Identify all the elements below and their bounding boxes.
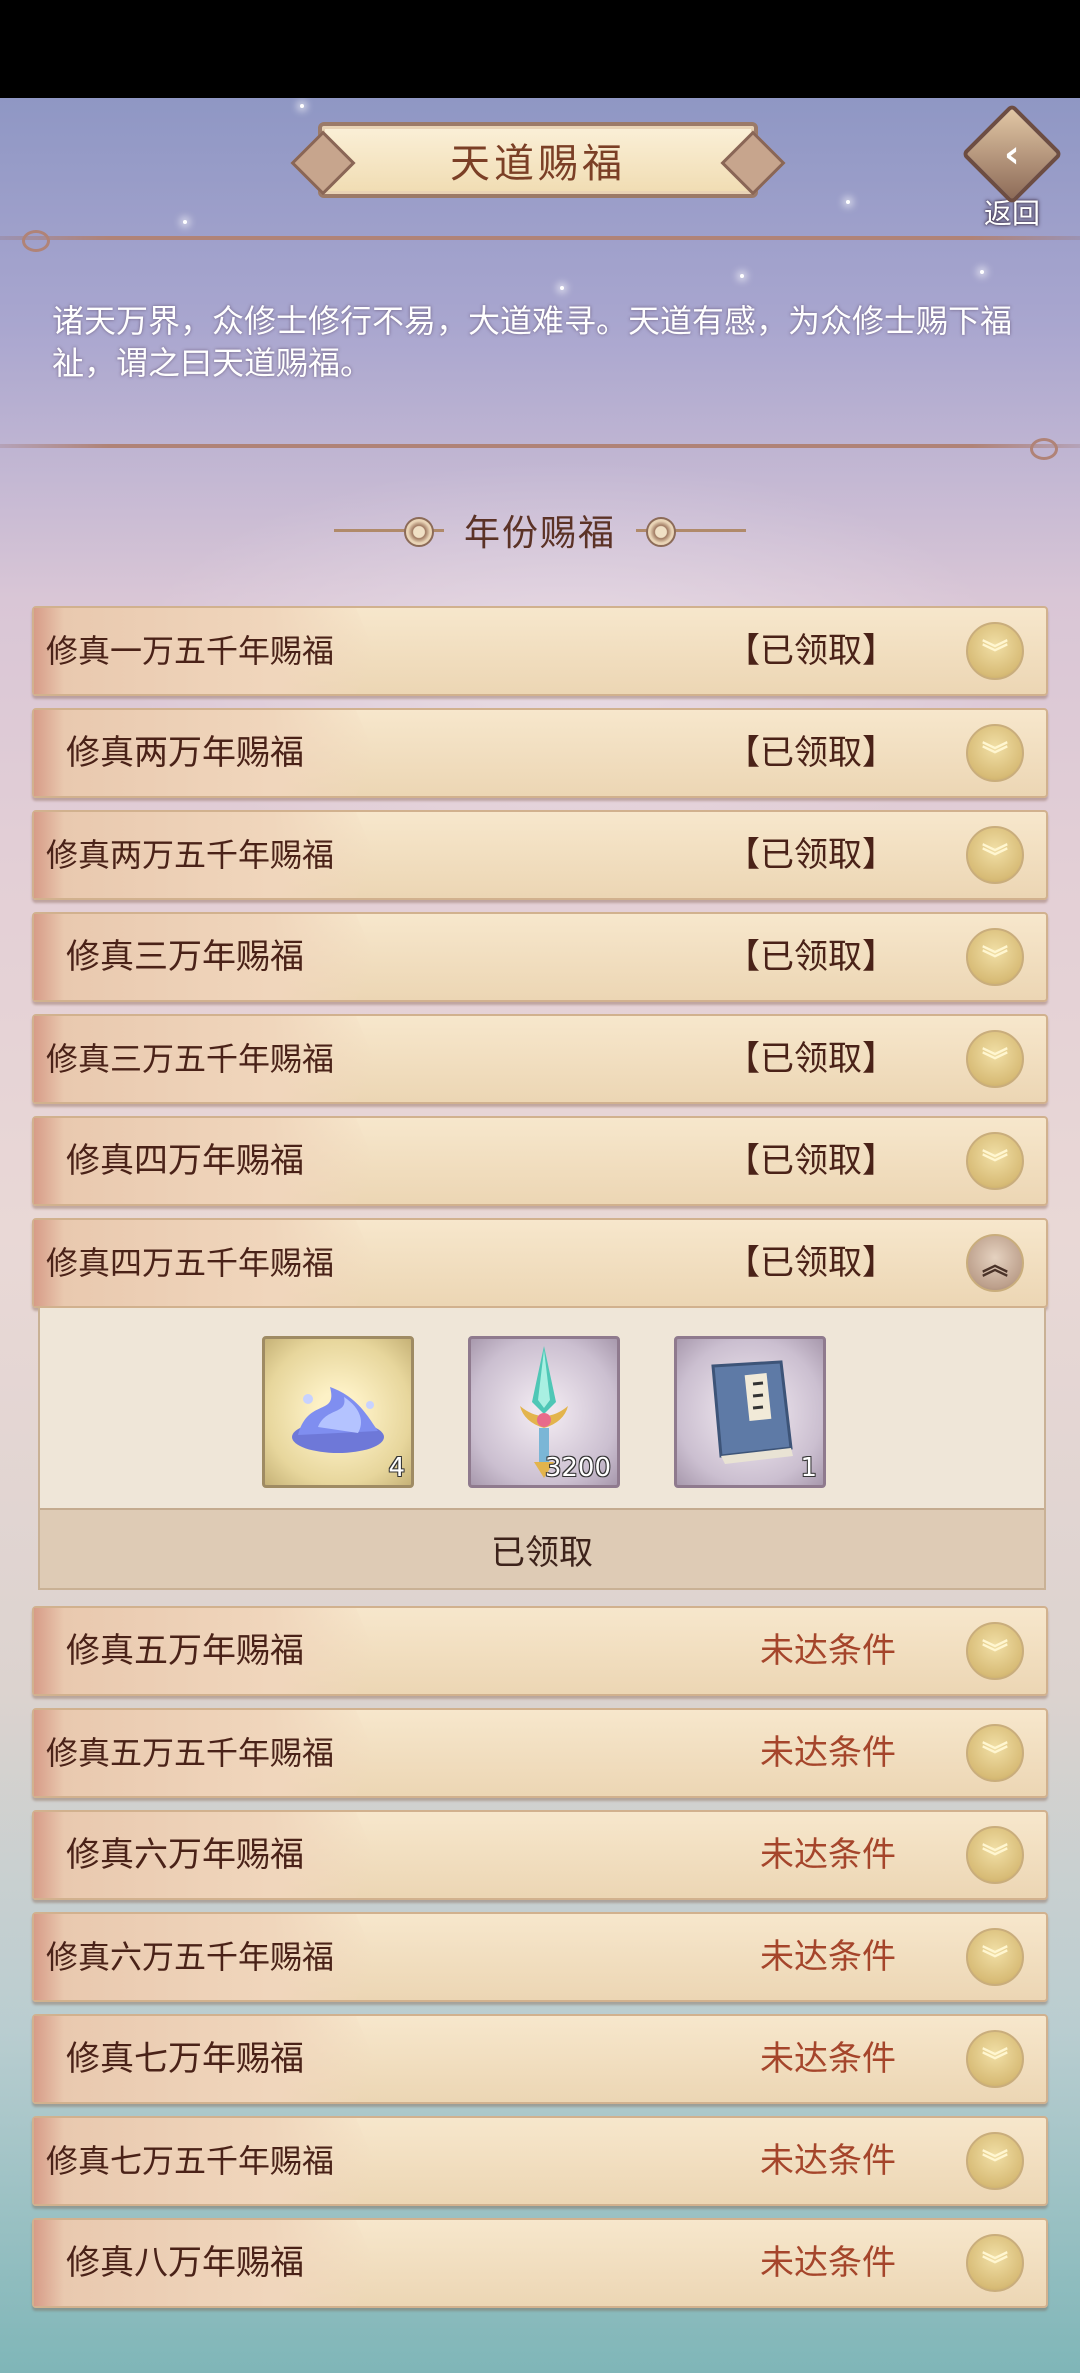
row-status: 未达条件 — [760, 2141, 896, 2181]
book-icon — [711, 1360, 793, 1464]
chevron-down-icon[interactable]: ︾ — [966, 1724, 1024, 1782]
row-status: 【已领取】 — [726, 937, 896, 977]
reward-count: 1 — [800, 1453, 817, 1483]
row-status: 未达条件 — [760, 1631, 896, 1671]
list-item[interactable]: 修真六万年赐福 未达条件 ︾ — [32, 1810, 1048, 1900]
row-status: 【已领取】 — [726, 1243, 896, 1283]
row-label: 修真四万年赐福 — [66, 1141, 304, 1181]
reward-count: 3200 — [544, 1453, 611, 1483]
row-label: 修真七万年赐福 — [66, 2039, 304, 2079]
row-label: 修真五万五千年赐福 — [46, 1734, 335, 1772]
list-item[interactable]: 修真四万年赐福 【已领取】 ︾ — [32, 1116, 1048, 1206]
list-item[interactable]: 修真七万五千年赐福 未达条件 ︾ — [32, 2116, 1048, 2206]
divider — [0, 438, 1080, 460]
list-item[interactable]: 修真两万年赐福 【已领取】 ︾ — [32, 708, 1048, 798]
yin-yang-icon — [636, 516, 746, 547]
row-status: 未达条件 — [760, 1835, 896, 1875]
chevron-down-icon[interactable]: ︾ — [966, 1622, 1024, 1680]
list-item[interactable]: 修真两万五千年赐福 【已领取】 ︾ — [32, 810, 1048, 900]
row-status: 未达条件 — [760, 2039, 896, 2079]
row-label: 修真三万五千年赐福 — [46, 1040, 335, 1078]
claimed-status-bar: 已领取 — [40, 1508, 1044, 1588]
chevron-up-icon[interactable]: ︽ — [966, 1234, 1024, 1292]
row-status: 【已领取】 — [726, 733, 896, 773]
row-status: 【已领取】 — [726, 1141, 896, 1181]
row-label: 修真两万五千年赐福 — [46, 836, 335, 874]
row-label: 修真七万五千年赐福 — [46, 2142, 335, 2180]
chevron-down-icon[interactable]: ︾ — [966, 2234, 1024, 2292]
yin-yang-icon — [333, 516, 444, 547]
chevron-down-icon[interactable]: ︾ — [966, 1928, 1024, 1986]
list-item[interactable]: 修真三万年赐福 【已领取】 ︾ — [32, 912, 1048, 1002]
list-item[interactable]: 修真五万五千年赐福 未达条件 ︾ — [32, 1708, 1048, 1798]
row-status: 【已领取】 — [726, 1039, 896, 1079]
back-button[interactable]: ‹ 返回 — [961, 103, 1063, 232]
blessing-list: 修真一万五千年赐福 【已领取】 ︾ 修真两万年赐福 【已领取】 ︾ 修真两万五千… — [32, 606, 1048, 2320]
chevron-down-icon[interactable]: ︾ — [966, 1132, 1024, 1190]
reward-item[interactable]: 1 — [674, 1336, 826, 1488]
reward-items: 4 3200 1 — [40, 1336, 1048, 1488]
list-item[interactable]: 修真八万年赐福 未达条件 ︾ — [32, 2218, 1048, 2308]
chevron-down-icon[interactable]: ︾ — [966, 1030, 1024, 1088]
row-status: 【已领取】 — [726, 631, 896, 671]
row-label: 修真八万年赐福 — [66, 2243, 304, 2283]
reward-count: 4 — [388, 1453, 405, 1483]
reward-item[interactable]: 3200 — [468, 1336, 620, 1488]
row-label: 修真四万五千年赐福 — [46, 1244, 335, 1282]
row-label: 修真六万五千年赐福 — [46, 1938, 335, 1976]
back-arrow-icon: ‹ — [961, 103, 1063, 205]
page-title: 天道赐福 — [450, 141, 626, 187]
intro-text: 诸天万界，众修士修行不易，大道难寻。天道有感，为众修士赐下福祉，谓之曰天道赐福。 — [52, 302, 1013, 382]
row-label: 修真一万五千年赐福 — [46, 632, 335, 670]
section-title: 年份赐福 — [463, 513, 616, 554]
row-label: 修真五万年赐福 — [66, 1631, 304, 1671]
row-label: 修真六万年赐福 — [66, 1835, 304, 1875]
reward-item[interactable]: 4 — [262, 1336, 414, 1488]
list-item-expanded[interactable]: 修真四万五千年赐福 【已领取】 ︽ — [32, 1218, 1048, 1308]
row-status: 【已领取】 — [726, 835, 896, 875]
row-label: 修真两万年赐福 — [66, 733, 304, 773]
list-item[interactable]: 修真六万五千年赐福 未达条件 ︾ — [32, 1912, 1048, 2002]
row-label: 修真三万年赐福 — [66, 937, 304, 977]
list-item[interactable]: 修真七万年赐福 未达条件 ︾ — [32, 2014, 1048, 2104]
chevron-down-icon[interactable]: ︾ — [966, 928, 1024, 986]
chevron-down-icon[interactable]: ︾ — [966, 2030, 1024, 2088]
section-header: 年份赐福 — [300, 498, 780, 562]
chevron-down-icon[interactable]: ︾ — [966, 1826, 1024, 1884]
title-plate: 天道赐福 — [318, 122, 758, 198]
divider — [0, 230, 1080, 252]
row-status: 未达条件 — [760, 2243, 896, 2283]
chevron-down-icon[interactable]: ︾ — [966, 724, 1024, 782]
row-status: 未达条件 — [760, 1937, 896, 1977]
row-status: 未达条件 — [760, 1733, 896, 1773]
list-item[interactable]: 修真三万五千年赐福 【已领取】 ︾ — [32, 1014, 1048, 1104]
screen: 天道赐福 ‹ 返回 诸天万界，众修士修行不易，大道难寻。天道有感，为众修士赐下福… — [0, 98, 1080, 2373]
water-spirit-icon — [292, 1387, 384, 1453]
list-item[interactable]: 修真五万年赐福 未达条件 ︾ — [32, 1606, 1048, 1696]
reward-panel: 4 3200 1 已领取 — [38, 1308, 1046, 1590]
chevron-down-icon[interactable]: ︾ — [966, 622, 1024, 680]
chevron-down-icon[interactable]: ︾ — [966, 2132, 1024, 2190]
chevron-down-icon[interactable]: ︾ — [966, 826, 1024, 884]
list-item[interactable]: 修真一万五千年赐福 【已领取】 ︾ — [32, 606, 1048, 696]
